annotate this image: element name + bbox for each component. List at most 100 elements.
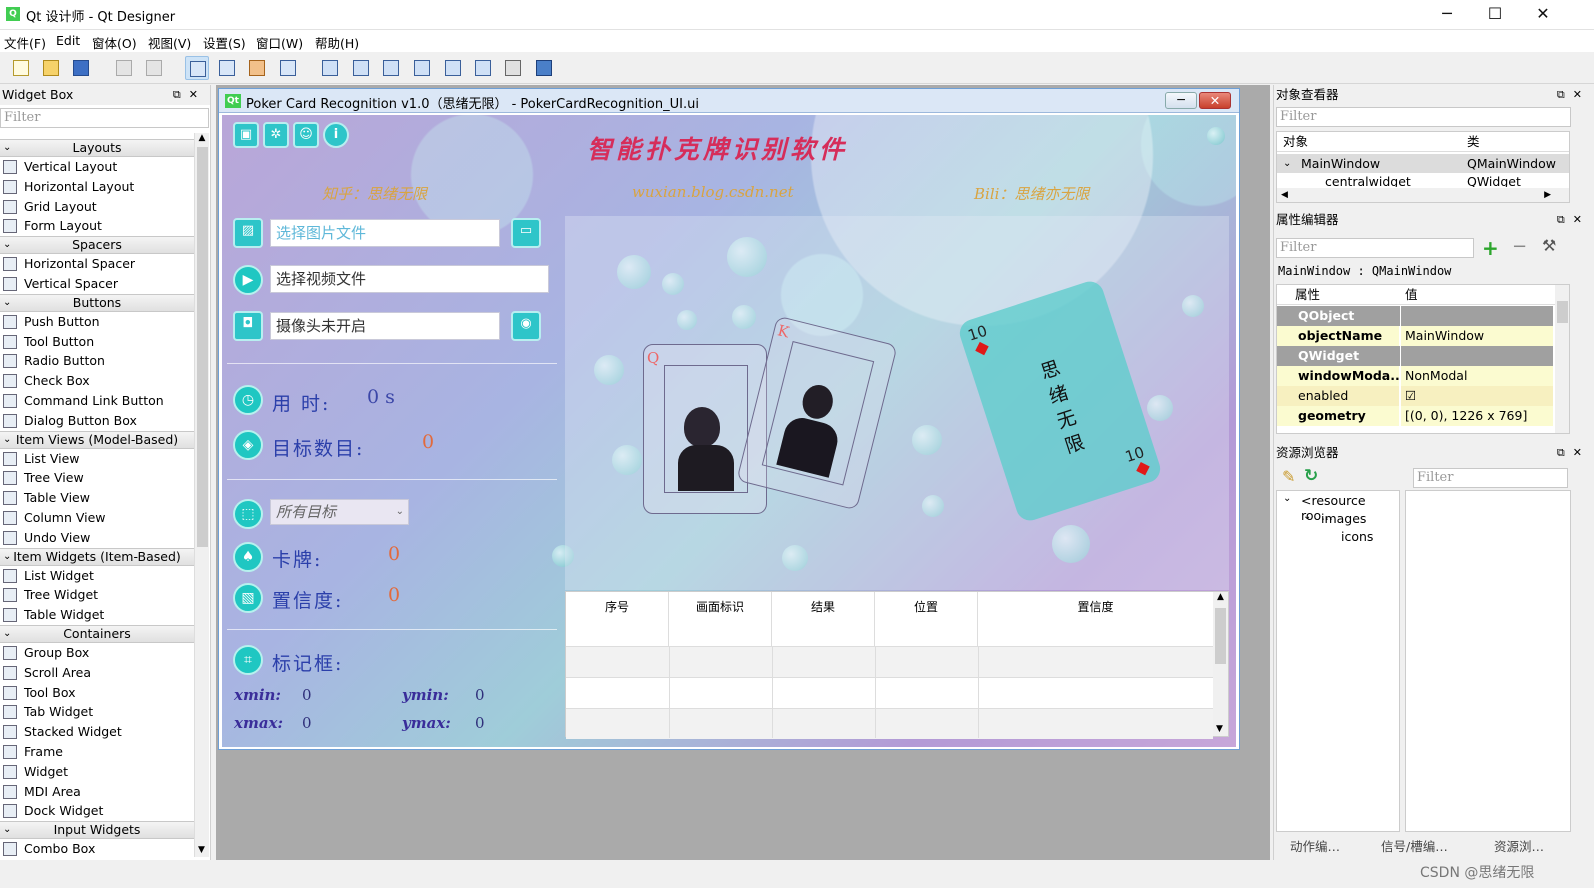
resource-filter-input[interactable]: Filter xyxy=(1413,468,1568,488)
col-header-result[interactable]: 结果 xyxy=(772,592,875,646)
form-close-button[interactable]: ✕ xyxy=(1199,92,1231,109)
tree-row-mainwindow[interactable]: ⌄ MainWindow QMainWindow xyxy=(1277,154,1569,173)
widget-item[interactable]: Tool Box xyxy=(0,683,194,703)
widget-item[interactable]: List View xyxy=(0,449,194,469)
widget-item[interactable]: Vertical Layout xyxy=(0,157,194,177)
table-scrollbar[interactable]: ▲ ▼ xyxy=(1213,592,1228,736)
chevron-down-icon[interactable]: ⌄ xyxy=(3,549,11,565)
close-icon[interactable]: ✕ xyxy=(189,88,206,101)
widget-item[interactable]: Command Link Button xyxy=(0,391,194,411)
float-icon[interactable]: ⧉ xyxy=(173,88,189,101)
scroll-up-icon[interactable]: ▲ xyxy=(195,133,209,143)
property-filter-input[interactable]: Filter xyxy=(1276,238,1474,258)
menu-view[interactable]: 视图(V) xyxy=(148,33,191,52)
video-play-icon[interactable]: ▶ xyxy=(233,265,263,295)
scroll-down-icon[interactable]: ▼ xyxy=(198,845,205,855)
resource-file-view[interactable] xyxy=(1405,490,1571,832)
reload-icon[interactable]: ↻ xyxy=(1304,466,1318,486)
widget-item[interactable]: Push Button xyxy=(0,312,194,332)
col-header-position[interactable]: 位置 xyxy=(875,592,978,646)
chevron-down-icon[interactable]: ⌄ xyxy=(1283,154,1291,173)
col-header-confidence[interactable]: 置信度 xyxy=(978,592,1213,646)
widget-category[interactable]: ⌄ Item Views (Model-Based) xyxy=(0,430,194,449)
widget-category[interactable]: ⌄ Input Widgets xyxy=(0,821,194,840)
widget-category[interactable]: ⌄ Buttons xyxy=(0,293,194,312)
col-header-index[interactable]: 序号 xyxy=(566,592,669,646)
open-folder-icon[interactable] xyxy=(39,56,63,80)
float-icon[interactable]: ⧉ xyxy=(1557,213,1573,226)
property-value[interactable] xyxy=(1400,306,1553,326)
form-window[interactable]: Qt Poker Card Recognition v1.0（思绪无限） - P… xyxy=(218,88,1240,750)
col-header-frame[interactable]: 画面标识 xyxy=(669,592,772,646)
remove-property-icon[interactable]: − xyxy=(1512,236,1527,257)
widget-category[interactable]: ⌄ Layouts xyxy=(0,139,194,157)
chevron-down-icon[interactable]: ⌄ xyxy=(1283,493,1291,504)
form-minimize-button[interactable]: ─ xyxy=(1165,92,1197,109)
widget-item[interactable]: Horizontal Layout xyxy=(0,177,194,197)
widget-item[interactable]: Scroll Area xyxy=(0,663,194,683)
widget-item[interactable]: Stacked Widget xyxy=(0,722,194,742)
save-icon[interactable] xyxy=(69,56,93,80)
widget-item[interactable]: Column View xyxy=(0,508,194,528)
user-icon[interactable]: ☺ xyxy=(293,122,319,148)
new-file-icon[interactable] xyxy=(9,56,33,80)
layout-h-splitter-icon[interactable] xyxy=(379,56,403,80)
pencil-icon[interactable]: ✎ xyxy=(1282,467,1295,486)
tab-signal-slot-editor[interactable]: 信号/槽编… xyxy=(1381,836,1448,855)
property-scrollbar[interactable] xyxy=(1555,285,1569,433)
resource-images[interactable]: images xyxy=(1321,511,1366,526)
widget-item[interactable]: Form Layout xyxy=(0,216,194,236)
edit-buddies-icon[interactable] xyxy=(245,56,269,80)
menu-help[interactable]: 帮助(H) xyxy=(315,33,359,52)
chevron-down-icon[interactable]: ⌄ xyxy=(1303,511,1311,522)
table-row[interactable] xyxy=(566,677,1213,708)
resource-tree[interactable]: ⌄ <resource roo... ⌄ images icons xyxy=(1276,490,1400,832)
widget-item[interactable]: Check Box xyxy=(0,371,194,391)
tab-resource-browser[interactable]: 资源浏… xyxy=(1494,836,1544,855)
paste-icon[interactable] xyxy=(142,56,166,80)
configure-icon[interactable]: ⚒ xyxy=(1542,236,1556,255)
menu-window[interactable]: 窗口(W) xyxy=(256,33,303,52)
layout-v-splitter-icon[interactable] xyxy=(410,56,434,80)
break-layout-icon[interactable] xyxy=(501,56,525,80)
maximize-button[interactable]: ☐ xyxy=(1472,0,1518,30)
widget-item[interactable]: Horizontal Spacer xyxy=(0,254,194,274)
scroll-thumb[interactable] xyxy=(197,147,208,547)
camera-icon[interactable]: ◘ xyxy=(233,311,263,341)
chevron-down-icon[interactable]: ⌄ xyxy=(3,626,11,642)
copy-icon[interactable] xyxy=(112,56,136,80)
resource-icons[interactable]: icons xyxy=(1341,529,1373,544)
widget-item[interactable]: Widget xyxy=(0,762,194,782)
layout-vertical-icon[interactable] xyxy=(349,56,373,80)
property-table[interactable]: 属性 值 QObject objectName MainWindow QWidget w… xyxy=(1276,284,1570,434)
property-row[interactable]: QWidget xyxy=(1277,346,1553,366)
layout-form-icon[interactable] xyxy=(471,56,495,80)
table-row[interactable] xyxy=(566,708,1213,739)
widget-item[interactable]: Tool Button xyxy=(0,332,194,352)
tab-action-editor[interactable]: 动作编… xyxy=(1290,836,1340,855)
widget-item[interactable]: Dialog Button Box xyxy=(0,411,194,431)
folder-icon[interactable]: ▭ xyxy=(511,218,541,248)
edit-widgets-icon[interactable] xyxy=(185,56,209,80)
scroll-down-icon[interactable]: ▼ xyxy=(1216,724,1223,734)
float-icon[interactable]: ⧉ xyxy=(1557,446,1573,459)
image-icon[interactable]: ▨ xyxy=(233,218,263,248)
chevron-down-icon[interactable]: ⌄ xyxy=(3,432,11,448)
widget-item[interactable]: Radio Button xyxy=(0,351,194,371)
widget-category[interactable]: ⌄ Spacers xyxy=(0,236,194,255)
widget-box-scrollbar[interactable]: ▲ ▼ xyxy=(194,133,209,857)
widget-item[interactable]: Undo View xyxy=(0,528,194,548)
close-icon[interactable]: ✕ xyxy=(1573,213,1590,226)
object-tree[interactable]: 对象 类 ⌄ MainWindow QMainWindow centralwid… xyxy=(1276,131,1570,203)
camera-status-input[interactable]: 摄像头未开启 xyxy=(270,312,500,340)
close-icon[interactable]: ✕ xyxy=(1573,446,1590,459)
chevron-down-icon[interactable]: ⌄ xyxy=(3,237,11,253)
property-row[interactable]: objectName MainWindow xyxy=(1277,326,1553,346)
widget-item[interactable]: List Widget xyxy=(0,566,194,586)
widget-item[interactable]: Dock Widget xyxy=(0,801,194,821)
widget-item[interactable]: Frame xyxy=(0,742,194,762)
property-value[interactable]: NonModal xyxy=(1400,366,1553,386)
chevron-down-icon[interactable]: ⌄ xyxy=(3,140,11,156)
menu-edit[interactable]: Edit xyxy=(56,33,80,48)
layout-horizontal-icon[interactable] xyxy=(318,56,342,80)
